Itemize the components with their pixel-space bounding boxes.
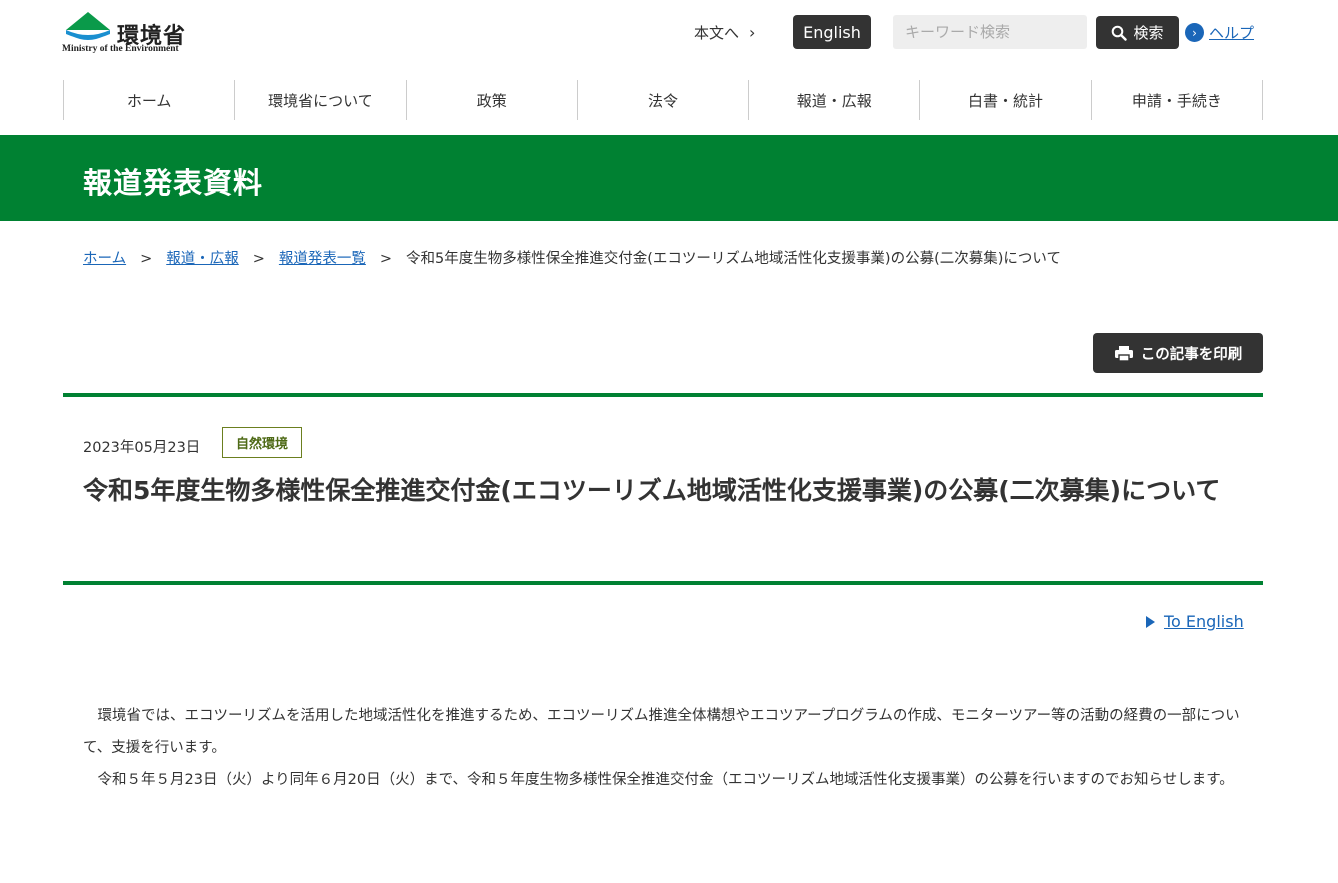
article-title: 令和5年度生物多様性保全推進交付金(エコツーリズム地域活性化支援事業)の公募(二…	[83, 476, 1221, 505]
breadcrumb-press[interactable]: 報道・広報	[166, 251, 239, 267]
article-top-divider	[63, 393, 1263, 397]
print-button-label: この記事を印刷	[1140, 346, 1243, 363]
to-english-link[interactable]: To English	[1146, 612, 1244, 631]
ministry-logo-mark-icon	[66, 12, 110, 40]
triangle-right-icon	[1146, 615, 1155, 628]
section-title: 報道発表資料	[83, 166, 264, 200]
article-date: 2023年05月23日	[83, 440, 201, 456]
article-bottom-divider	[63, 581, 1263, 585]
to-english-label[interactable]: To English	[1164, 612, 1244, 631]
skip-to-content-link[interactable]: 本文へ ›	[694, 22, 755, 43]
breadcrumb-home[interactable]: ホーム	[83, 251, 126, 267]
nav-item-law[interactable]: 法令	[576, 80, 748, 120]
section-banner: 報道発表資料	[0, 135, 1338, 221]
help-link[interactable]: › ヘルプ	[1185, 22, 1254, 43]
search-button-label: 検索	[1133, 24, 1164, 42]
nav-item-whitepaper[interactable]: 白書・統計	[919, 80, 1090, 120]
skip-link-label: 本文へ	[694, 24, 740, 42]
nav-item-applications[interactable]: 申請・手続き	[1090, 80, 1263, 120]
help-link-label[interactable]: ヘルプ	[1209, 22, 1254, 43]
printer-icon	[1114, 345, 1133, 362]
breadcrumb: ホーム > 報道・広報 > 報道発表一覧 > 令和5年度生物多様性保全推進交付金(エコツーリ…	[83, 247, 1061, 268]
breadcrumb-separator: >	[140, 251, 153, 267]
nav-item-about[interactable]: 環境省について	[234, 80, 405, 120]
logo-subtitle: Ministry of the Environment	[62, 44, 179, 54]
chevron-circle-icon: ›	[1185, 23, 1204, 42]
english-button[interactable]: English	[793, 15, 871, 49]
article-body: 環境省では、エコツーリズムを活用した地域活性化を推進するため、エコツーリズム推進…	[83, 700, 1253, 796]
ministry-logo[interactable]: 環境省 Ministry of the Environment	[62, 10, 192, 56]
body-paragraph: 令和５年５月23日（火）より同年６月20日（火）まで、令和５年度生物多様性保全推…	[97, 772, 1234, 788]
category-tag[interactable]: 自然環境	[222, 427, 302, 458]
body-paragraph: 環境省では、エコツーリズムを活用した地域活性化を推進するため、エコツーリズム推進…	[83, 708, 1240, 756]
search-icon	[1112, 25, 1128, 41]
search-input[interactable]	[893, 15, 1087, 49]
search-button[interactable]: 検索	[1096, 16, 1179, 49]
print-button[interactable]: この記事を印刷	[1093, 333, 1263, 373]
chevron-right-icon: ›	[749, 23, 756, 42]
global-nav: ホーム 環境省について 政策 法令 報道・広報 白書・統計 申請・手続き	[63, 80, 1263, 120]
nav-item-home[interactable]: ホーム	[63, 80, 234, 120]
breadcrumb-current: 令和5年度生物多様性保全推進交付金(エコツーリズム地域活性化支援事業)の公募(二…	[406, 251, 1061, 267]
breadcrumb-separator: >	[252, 251, 265, 267]
breadcrumb-press-list[interactable]: 報道発表一覧	[279, 251, 366, 267]
site-header: 環境省 Ministry of the Environment 本文へ › Eng…	[0, 0, 1338, 80]
nav-item-policy[interactable]: 政策	[405, 80, 577, 120]
nav-item-press[interactable]: 報道・広報	[748, 80, 919, 120]
breadcrumb-separator: >	[379, 251, 393, 267]
